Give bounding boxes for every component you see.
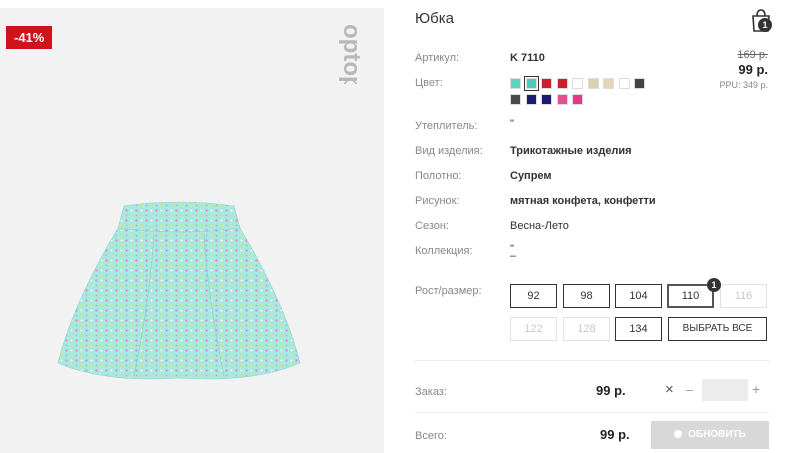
size-122-button: 122 <box>510 317 557 341</box>
color-swatch[interactable] <box>556 78 568 89</box>
size-92-button[interactable]: 92 <box>510 284 557 308</box>
color-swatch[interactable] <box>603 78 614 89</box>
product-image-panel: -41% optop <box>0 8 384 453</box>
update-icon <box>674 430 683 438</box>
divider <box>415 360 769 361</box>
product-title: Юбка <box>415 10 454 27</box>
fabric-label: Полотно: <box>415 170 462 182</box>
product-photo <box>57 201 301 380</box>
cart-count-badge: 1 <box>758 18 772 32</box>
collection-dash: – <box>510 250 517 262</box>
update-button-label: ОБНОВИТЬ <box>688 429 746 440</box>
brand-logo-text: optop <box>338 24 365 84</box>
color-swatch[interactable] <box>556 94 568 105</box>
current-price: 99 р. <box>738 62 768 77</box>
size-98-button[interactable]: 98 <box>563 284 610 308</box>
product-type-value: Трикотажные изделия <box>510 145 632 157</box>
old-price: 169 р. <box>737 49 768 61</box>
collection-label: Коллекция: <box>415 245 473 257</box>
increase-quantity-button[interactable]: + <box>752 381 760 397</box>
fabric-value: Супрем <box>510 170 552 182</box>
order-price: 99 р. <box>596 383 626 398</box>
pattern-value: мятная конфета, конфетти <box>510 195 656 207</box>
pattern-label: Рисунок: <box>415 195 460 207</box>
color-swatch[interactable] <box>541 94 552 105</box>
color-swatch[interactable] <box>618 78 630 89</box>
sku-value: K 7110 <box>510 52 545 64</box>
size-116-button: 116 <box>720 284 767 308</box>
discount-badge: -41% <box>6 26 53 49</box>
decrease-quantity-button[interactable]: – <box>686 382 693 397</box>
color-swatch[interactable] <box>587 78 599 89</box>
size-134-button[interactable]: 134 <box>615 317 662 341</box>
product-type-label: Вид изделия: <box>415 145 483 157</box>
insulation-label: Утеплитель: <box>415 120 478 132</box>
color-swatch[interactable] <box>523 76 539 91</box>
total-price: 99 р. <box>600 427 630 442</box>
color-swatch[interactable] <box>510 78 521 89</box>
sku-label: Артикул: <box>415 52 460 64</box>
select-all-sizes-button[interactable]: ВЫБРАТЬ ВСЕ <box>668 317 767 341</box>
season-value: Весна-Лето <box>510 220 569 232</box>
size-label: Рост/размер: <box>415 285 482 297</box>
size-104-button[interactable]: 104 <box>615 284 662 308</box>
color-swatch[interactable] <box>572 78 583 89</box>
season-label: Сезон: <box>415 220 449 232</box>
color-swatch[interactable] <box>634 78 645 89</box>
color-label: Цвет: <box>415 77 443 89</box>
order-label: Заказ: <box>415 386 447 398</box>
size-selected-count-badge: 1 <box>707 278 721 292</box>
remove-icon[interactable]: × <box>665 381 674 398</box>
insulation-value: " <box>510 118 514 130</box>
size-128-button: 128 <box>563 317 610 341</box>
color-swatch[interactable] <box>541 78 552 89</box>
color-swatch[interactable] <box>572 94 583 105</box>
product-card: -41% optop Юбка 1 169 р. 99 р. PPU: 349 … <box>0 0 800 453</box>
quantity-input[interactable] <box>702 379 748 401</box>
divider <box>415 412 769 413</box>
ppu-price: PPU: 349 р. <box>719 80 768 90</box>
update-button[interactable]: ОБНОВИТЬ <box>651 421 769 449</box>
brand-logo: optop <box>338 24 365 84</box>
color-swatch[interactable] <box>510 94 521 105</box>
color-swatch[interactable] <box>525 94 537 105</box>
total-label: Всего: <box>415 430 447 442</box>
